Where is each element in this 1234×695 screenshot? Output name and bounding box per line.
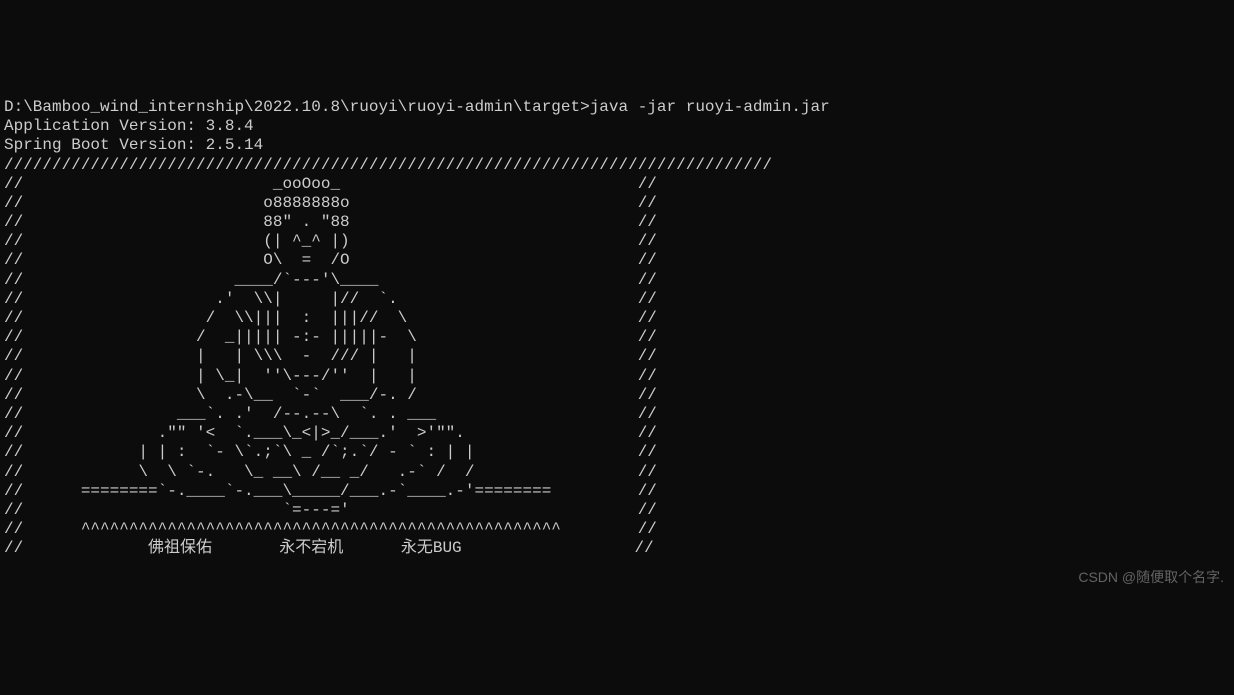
app-version-line: Application Version: 3.8.4	[4, 117, 254, 135]
csdn-watermark: CSDN @随便取个名字.	[1078, 569, 1224, 586]
command-prompt-line: D:\Bamboo_wind_internship\2022.10.8\ruoy…	[4, 98, 830, 116]
ascii-buddha-art: ////////////////////////////////////////…	[4, 156, 772, 558]
terminal-window[interactable]: D:\Bamboo_wind_internship\2022.10.8\ruoy…	[0, 77, 1234, 561]
spring-version-line: Spring Boot Version: 2.5.14	[4, 136, 263, 154]
